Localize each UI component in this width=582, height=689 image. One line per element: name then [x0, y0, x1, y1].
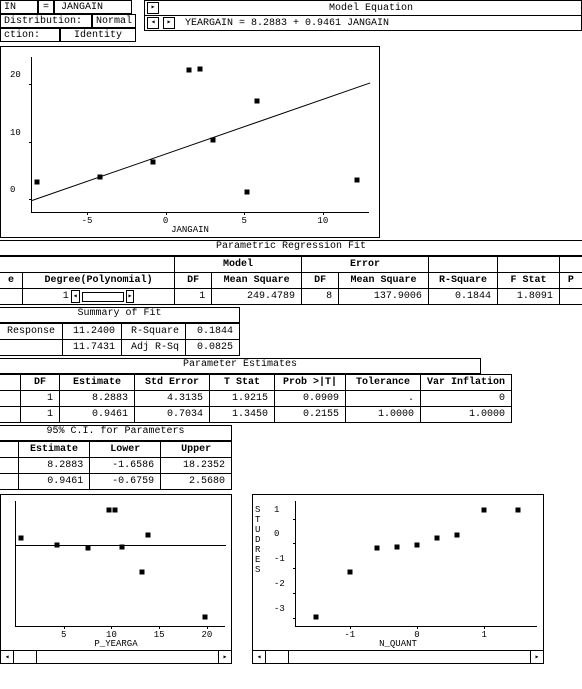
degree-slider[interactable]: 1◂▸ [23, 289, 175, 305]
scroll-right-icon[interactable]: ▸ [530, 651, 543, 663]
ci-table: EstimateLowerUpper8.2883-1.658618.23520.… [0, 441, 232, 490]
nq-ylabel: STUDRES [255, 505, 260, 575]
scroll-left-icon[interactable]: ◂ [147, 17, 159, 29]
scroll-left-icon[interactable]: ◂ [1, 651, 14, 663]
model-equation-text: YEARGAIN = 8.2883 + 0.9461 JANGAIN [179, 18, 579, 29]
scroll-thumb[interactable] [266, 651, 289, 663]
scroll-right-icon[interactable]: ▸ [218, 651, 231, 663]
nq-xlabel: N_QUANT [379, 639, 417, 649]
scroll-right-icon[interactable]: ▸ [163, 17, 175, 29]
prf-table: ModelErroreDegree(Polynomial)DFMean Squa… [0, 256, 582, 305]
scroll-thumb[interactable] [14, 651, 37, 663]
resid-xlabel: P_YEARGA [94, 639, 137, 649]
x-axis-label: JANGAIN [171, 225, 209, 235]
nq-scrollbar[interactable]: ◂ ▸ [253, 650, 543, 663]
expand-icon[interactable]: ▸ [147, 2, 159, 14]
summary-table: Response11.2400R-Square0.184411.7431Adj … [0, 323, 240, 356]
scatter-fit-chart: -5051001020 JANGAIN [0, 46, 380, 238]
model-equation-title: Model Equation [163, 3, 579, 14]
prf-title: Parametric Regression Fit [0, 240, 582, 256]
resid-scrollbar[interactable]: ◂ ▸ [1, 650, 231, 663]
scroll-left-icon[interactable]: ◂ [253, 651, 266, 663]
model-equation-panel: ▸ Model Equation ◂ ▸ YEARGAIN = 8.2883 +… [144, 0, 582, 31]
model-spec-table: IN = JANGAIN Distribution: Normal ction:… [0, 0, 136, 42]
param-est-title: Parameter Estimates [0, 358, 481, 374]
summary-title: Summary of Fit [0, 307, 240, 323]
residual-chart: 5101520 P_YEARGA ◂ ▸ [0, 494, 232, 664]
ci-title: 95% C.I. for Parameters [0, 425, 232, 441]
param-est-table: DFEstimateStd ErrorT StatProb >|T|Tolera… [0, 374, 512, 423]
normal-quantile-chart: STUDRES -101-3-2-101 N_QUANT ◂ ▸ [252, 494, 544, 664]
